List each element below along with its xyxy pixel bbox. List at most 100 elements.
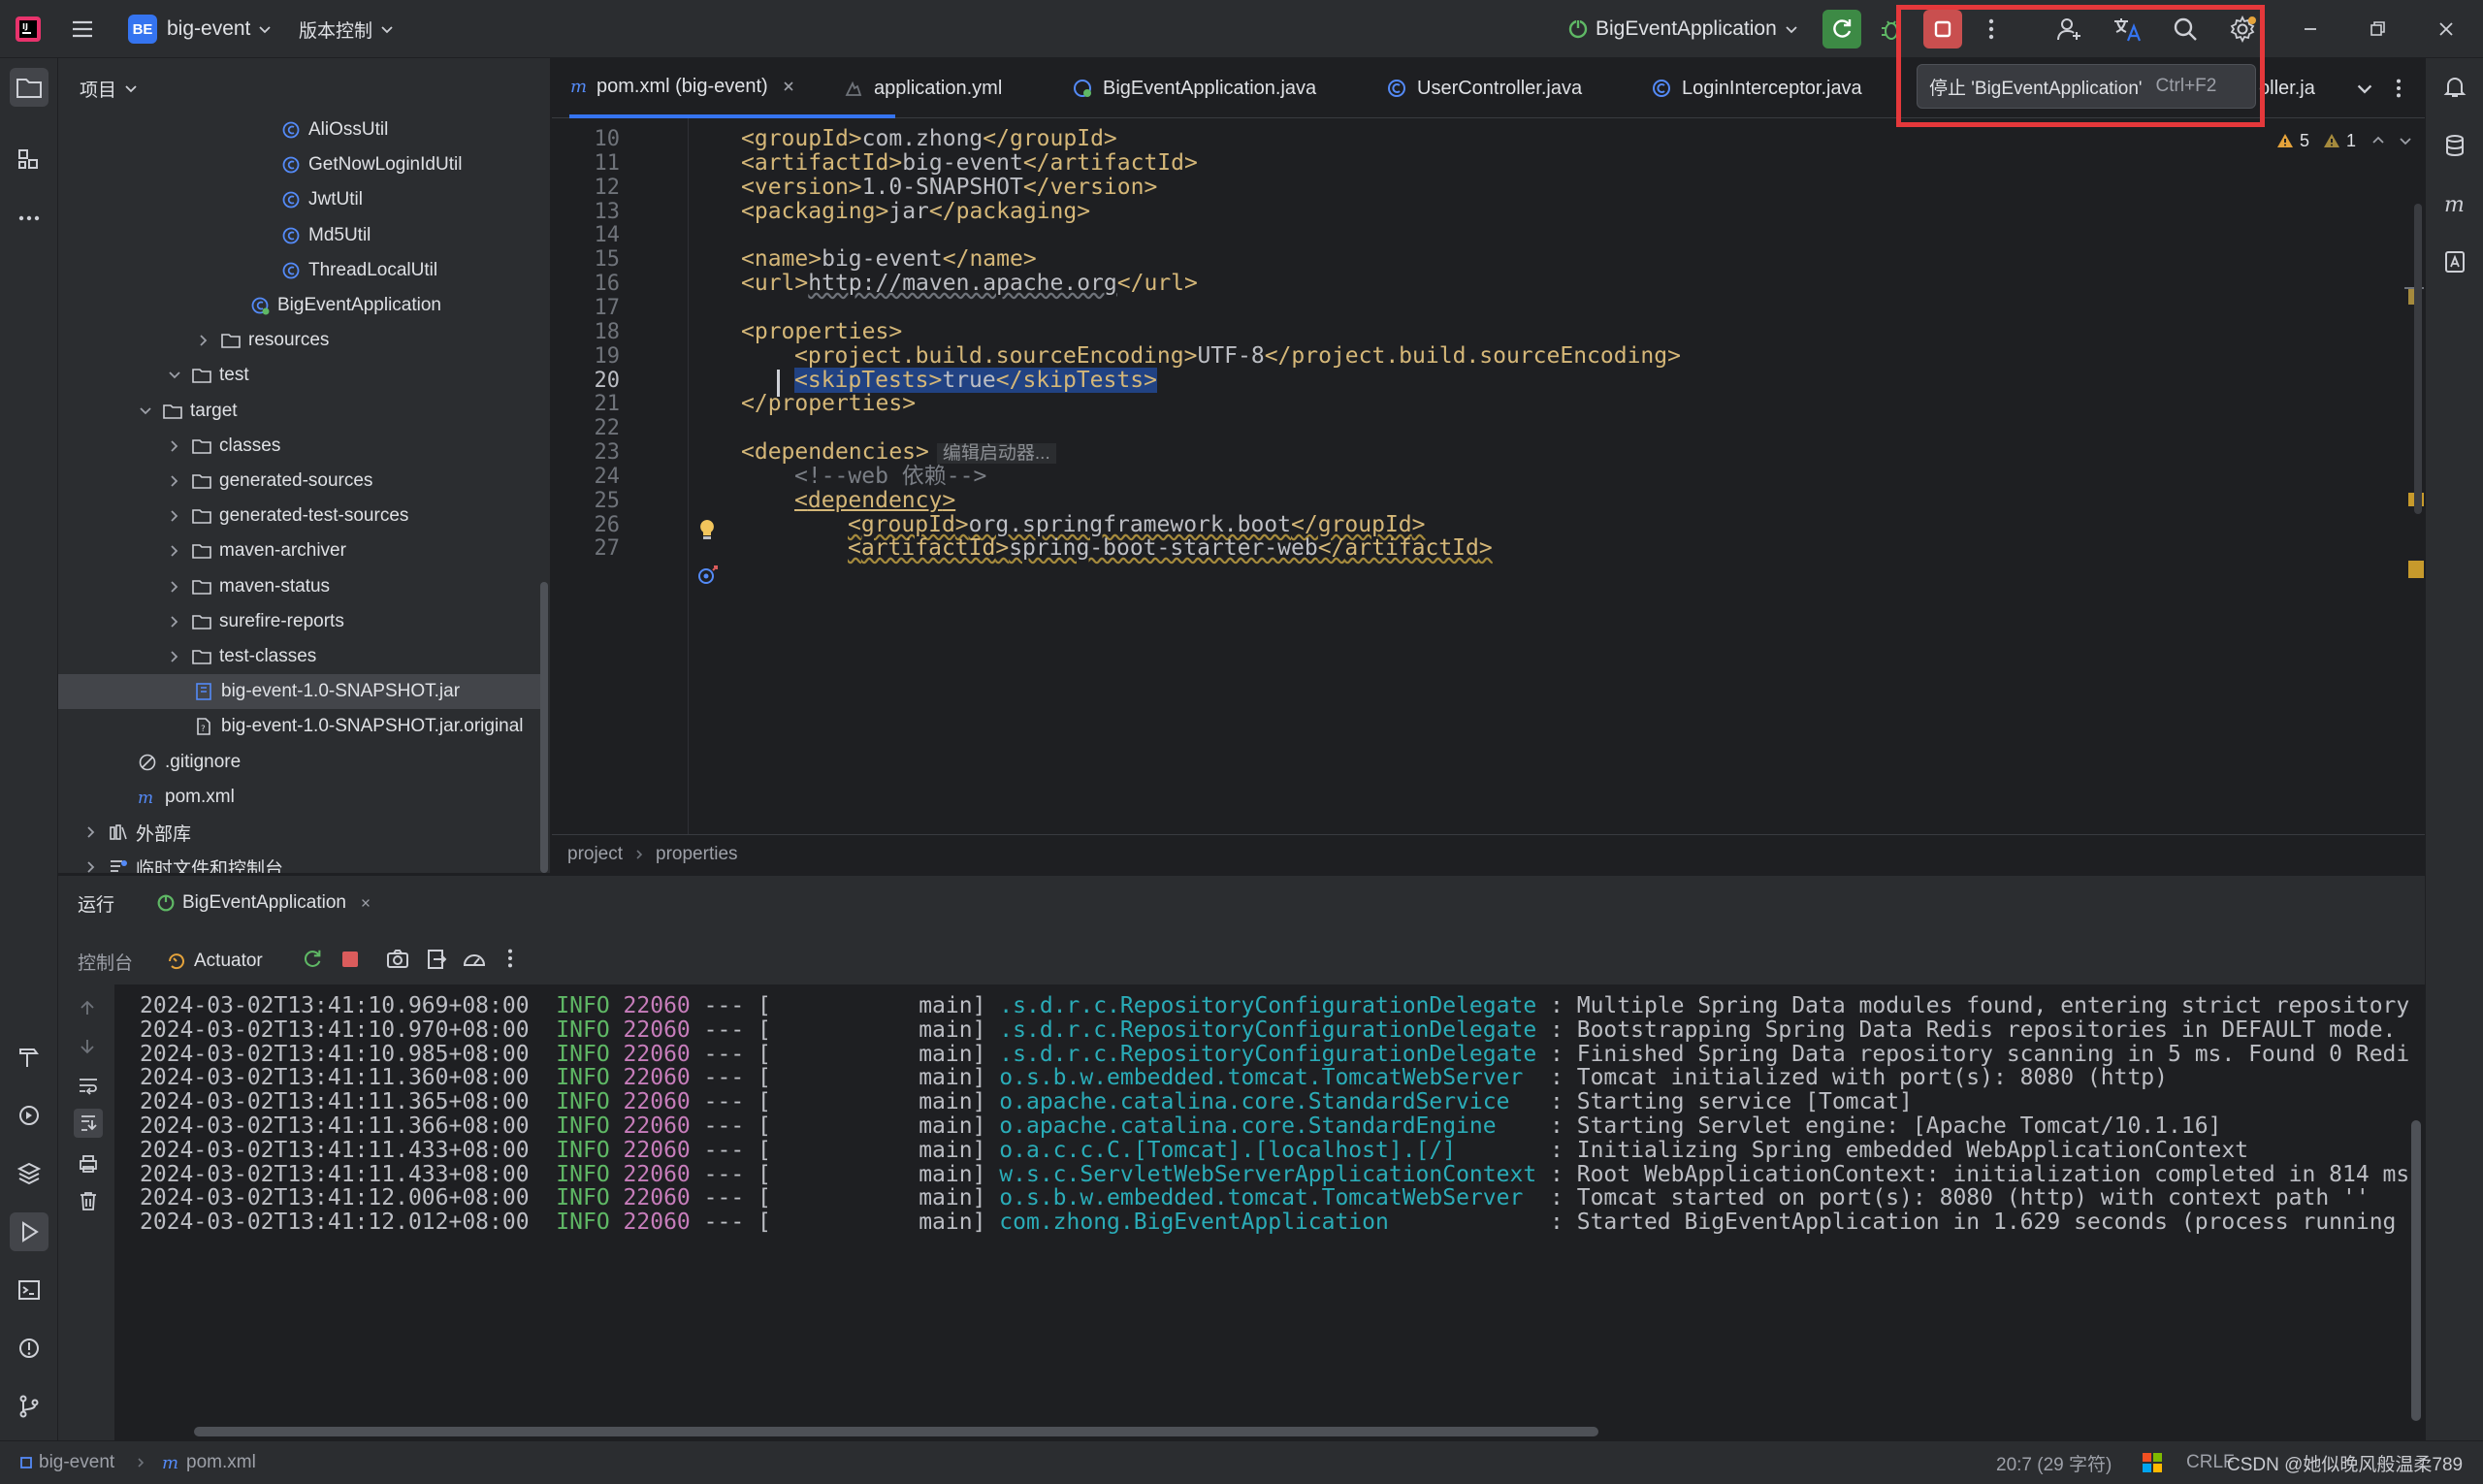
tree-item[interactable]: resources xyxy=(58,323,543,358)
tabs-dropdown-button[interactable] xyxy=(2356,58,2373,118)
project-panel-header[interactable]: 项目 xyxy=(80,58,138,118)
tree-item[interactable]: surefire-reports xyxy=(58,604,543,639)
rerun-small-button[interactable] xyxy=(301,948,324,971)
git-tool-button[interactable] xyxy=(10,1387,48,1426)
tree-item[interactable]: maven-archiver xyxy=(58,533,543,568)
chevron-up-icon[interactable] xyxy=(2371,134,2385,147)
tab-truncated[interactable]: oller.ja xyxy=(2259,58,2321,118)
log-line[interactable]: 2024-03-02T13:41:12.012+08:00 INFO 22060… xyxy=(140,1203,2396,1242)
tree-item[interactable]: 外部库 xyxy=(58,815,543,850)
chevron-right-icon[interactable] xyxy=(167,438,182,454)
code-line[interactable]: </properties> xyxy=(741,384,916,423)
scroll-down-button[interactable] xyxy=(78,1037,97,1056)
chevron-right-icon[interactable] xyxy=(196,333,211,348)
chevron-right-icon[interactable] xyxy=(83,824,99,840)
console-output[interactable]: 2024-03-02T13:41:10.969+08:00 INFO 22060… xyxy=(114,984,2425,1441)
run-tool-button[interactable] xyxy=(10,1212,48,1251)
chevron-right-icon[interactable] xyxy=(167,543,182,559)
tree-item[interactable]: test xyxy=(58,358,543,393)
soft-wrap-button[interactable] xyxy=(78,1076,99,1095)
app-logo-icon[interactable]: IJ xyxy=(14,0,43,58)
stop-small-button[interactable] xyxy=(340,950,360,969)
status-caret-position[interactable]: 20:7 (29 字符) xyxy=(1996,1441,2112,1484)
chevron-right-icon[interactable] xyxy=(167,649,182,664)
scroll-to-end-button[interactable] xyxy=(74,1109,103,1138)
rerun-button[interactable] xyxy=(1822,10,1861,48)
exit-button[interactable] xyxy=(425,948,448,971)
tree-item[interactable]: .gitignore xyxy=(58,745,543,780)
close-icon[interactable] xyxy=(782,80,795,93)
dump-threads-button[interactable] xyxy=(386,948,409,971)
structure-tool-button[interactable] xyxy=(10,141,48,179)
tree-item[interactable]: BigEventApplication xyxy=(58,288,543,323)
navigate-dependency-icon[interactable] xyxy=(695,563,721,588)
project-tool-button[interactable] xyxy=(10,68,48,107)
error-stripe-mark[interactable] xyxy=(2408,561,2424,578)
tab-big-event-application[interactable]: BigEventApplication.java xyxy=(1072,58,1316,118)
tree-item[interactable]: generated-test-sources xyxy=(58,499,543,533)
console-h-scrollbar[interactable] xyxy=(194,1427,1598,1436)
tree-item[interactable]: 临时文件和控制台 xyxy=(58,850,543,873)
build-tool-button[interactable] xyxy=(10,1038,48,1077)
actuator-tab[interactable]: Actuator xyxy=(167,942,263,981)
project-selector[interactable]: BE big-event xyxy=(128,0,272,58)
code-line[interactable]: <url>http://maven.apache.org</url> xyxy=(741,264,1198,303)
maven-button[interactable]: m xyxy=(2435,184,2474,223)
main-menu-icon[interactable] xyxy=(70,0,95,58)
tree-item[interactable]: Md5Util xyxy=(58,218,543,253)
chevron-down-icon[interactable] xyxy=(138,403,153,419)
tree-scrollbar[interactable] xyxy=(540,582,548,873)
profiler-button[interactable] xyxy=(462,948,487,971)
log-logger[interactable]: com.zhong.BigEventApplication xyxy=(999,1210,1389,1235)
ai-assistant-button[interactable] xyxy=(2435,242,2474,281)
chevron-right-icon[interactable] xyxy=(167,473,182,489)
notifications-button[interactable] xyxy=(2435,68,2474,107)
tree-item[interactable]: AliOssUtil xyxy=(58,113,543,147)
restore-button[interactable] xyxy=(2358,10,2397,48)
close-window-button[interactable] xyxy=(2427,10,2466,48)
tree-item[interactable]: ThreadLocalUtil xyxy=(58,253,543,288)
chevron-right-icon[interactable] xyxy=(83,859,99,873)
code-line[interactable]: <packaging>jar</packaging> xyxy=(741,192,1090,231)
run-more-button[interactable] xyxy=(506,948,514,969)
chevron-right-icon[interactable] xyxy=(167,579,182,595)
database-button[interactable] xyxy=(2435,126,2474,165)
tree-item[interactable]: ? big-event-1.0-SNAPSHOT.jar.original xyxy=(58,709,543,744)
breadcrumb-item[interactable]: project xyxy=(567,844,623,865)
inspection-widget[interactable]: 5 1 xyxy=(2276,126,2412,155)
more-tools-button[interactable] xyxy=(10,199,48,238)
code-line[interactable]: <artifactId>spring-boot-starter-web</art… xyxy=(848,529,1493,567)
status-file[interactable]: m pom.xml xyxy=(161,1441,256,1484)
run-tab-big-event-application[interactable]: BigEventApplication xyxy=(155,876,371,930)
chevron-down-icon[interactable] xyxy=(167,368,182,383)
tabs-more-button[interactable] xyxy=(2395,58,2402,118)
tree-item[interactable]: maven-status xyxy=(58,569,543,604)
intention-bulb-icon[interactable] xyxy=(697,518,717,541)
vcs-menu[interactable]: 版本控制 xyxy=(299,0,394,58)
close-icon[interactable] xyxy=(360,897,371,909)
minimize-button[interactable] xyxy=(2291,10,2330,48)
line-number[interactable]: 27 xyxy=(552,530,621,568)
console-v-scrollbar[interactable] xyxy=(2411,1120,2421,1421)
chevron-right-icon[interactable] xyxy=(167,508,182,524)
run-config-selector[interactable]: BigEventApplication xyxy=(1566,0,1798,58)
tree-item[interactable]: test-classes xyxy=(58,639,543,674)
terminal-tool-button[interactable] xyxy=(10,1271,48,1309)
breadcrumb-item[interactable]: properties xyxy=(656,844,738,865)
tree-item[interactable]: JwtUtil xyxy=(58,182,543,217)
tree-item[interactable]: big-event-1.0-SNAPSHOT.jar xyxy=(58,674,543,709)
problems-tool-button[interactable] xyxy=(10,1329,48,1368)
tab-user-controller[interactable]: UserController.java xyxy=(1386,58,1582,118)
clear-all-button[interactable] xyxy=(78,1190,99,1211)
layers-tool-button[interactable] xyxy=(10,1154,48,1193)
tab-login-interceptor[interactable]: LoginInterceptor.java xyxy=(1651,58,1862,118)
status-project[interactable]: big-event xyxy=(19,1441,114,1484)
print-button[interactable] xyxy=(78,1153,99,1175)
tab-application-yml[interactable]: application.yml xyxy=(843,58,1002,118)
console-tab[interactable]: 控制台 xyxy=(78,942,133,981)
scroll-up-button[interactable] xyxy=(78,998,97,1017)
chevron-down-icon[interactable] xyxy=(2399,134,2412,147)
editor-scrollbar[interactable] xyxy=(2414,204,2422,514)
chevron-right-icon[interactable] xyxy=(167,614,182,629)
services-tool-button[interactable] xyxy=(10,1096,48,1135)
